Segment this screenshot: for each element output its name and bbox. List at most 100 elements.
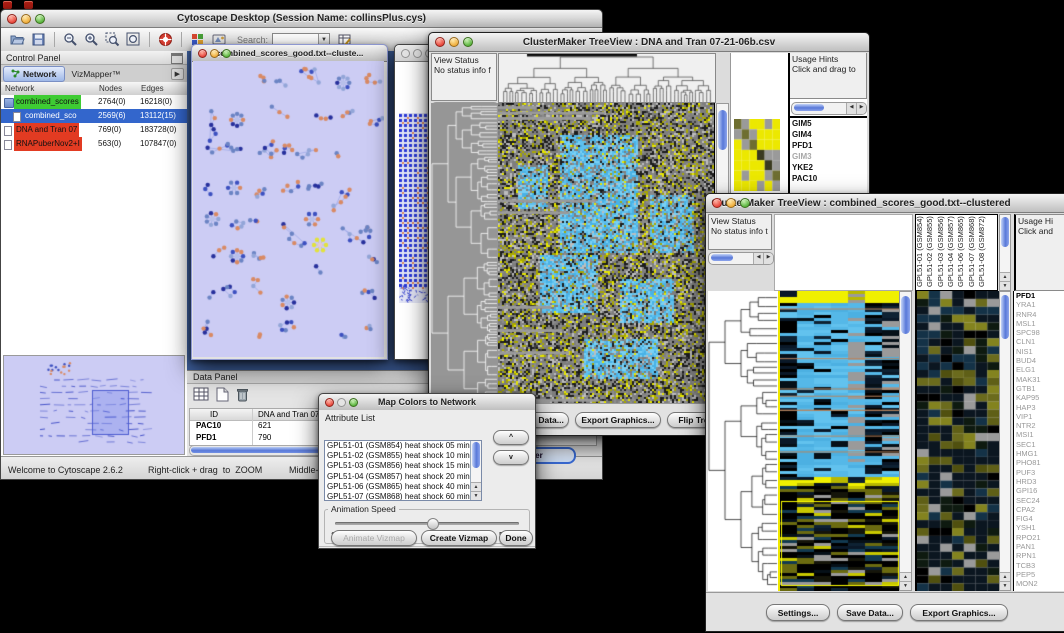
select-attributes-icon[interactable]	[193, 387, 209, 407]
minimize-button[interactable]	[210, 49, 219, 58]
minimize-button[interactable]	[413, 49, 422, 58]
gene-label[interactable]: YSH1	[1016, 523, 1064, 532]
scroll-up-arrow[interactable]: ▲	[1000, 572, 1010, 581]
delete-attribute-trash-icon[interactable]	[236, 387, 249, 407]
col-id[interactable]: ID	[210, 410, 218, 419]
heatmap-global-view[interactable]	[498, 103, 715, 403]
zoom-button[interactable]	[740, 198, 750, 208]
gene-label[interactable]: RPO21	[1016, 533, 1064, 542]
treeview1-titlebar[interactable]: ClusterMaker TreeView : DNA and Tran 07-…	[429, 33, 869, 52]
close-button[interactable]	[435, 37, 445, 47]
minimize-button[interactable]	[449, 37, 459, 47]
scroll-thumb[interactable]	[1001, 217, 1009, 247]
scroll-down-arrow[interactable]: ▼	[1000, 581, 1010, 590]
move-up-button[interactable]: ^	[493, 430, 529, 445]
attribute-list-item[interactable]: GPL51-03 (GSM856) heat shock 15 min	[325, 461, 481, 471]
gene-label[interactable]: GIM5	[790, 118, 867, 129]
minimize-button[interactable]	[726, 198, 736, 208]
scroll-thumb[interactable]	[1001, 295, 1009, 339]
gene-label[interactable]: GIM4	[790, 129, 867, 140]
view-status-hscrollbar[interactable]: ◀ ▶	[708, 252, 774, 265]
close-button[interactable]	[325, 398, 334, 407]
gene-label[interactable]: NIS1	[1016, 347, 1064, 356]
gene-label[interactable]: RNR4	[1016, 310, 1064, 319]
gene-label[interactable]: PAN1	[1016, 542, 1064, 551]
array-column-label[interactable]: GPL51-07 (GSM868)	[967, 216, 976, 287]
heatmap-global-view[interactable]	[778, 291, 900, 591]
network-row[interactable]: combined_scores2764(0)16218(0)	[1, 95, 187, 109]
zoom-heatmap-matrix[interactable]	[734, 119, 780, 191]
scroll-down-arrow[interactable]: ▼	[471, 491, 481, 500]
zoom-vscrollbar[interactable]: ▲ ▼	[999, 291, 1011, 591]
done-button[interactable]: Done	[499, 530, 533, 546]
gene-label[interactable]: RPN1	[1016, 551, 1064, 560]
save-data-button[interactable]: Save Data...	[837, 604, 903, 621]
column-label-vscrollbar[interactable]: ▲ ▼	[999, 214, 1011, 291]
scroll-thumb[interactable]	[901, 296, 910, 334]
create-vizmap-button[interactable]: Create Vizmap	[421, 530, 497, 546]
new-attribute-icon[interactable]	[216, 387, 229, 407]
attribute-list-item[interactable]: GPL51-02 (GSM855) heat shock 10 min	[325, 451, 481, 461]
scroll-down-arrow[interactable]: ▼	[1000, 281, 1010, 290]
network-row[interactable]: DNA and Tran 07769(0)183728(0)	[1, 123, 187, 137]
gene-label[interactable]: ELG1	[1016, 365, 1064, 374]
array-column-label[interactable]: GPL51-02 (GSM855)	[925, 216, 934, 287]
zoom-button[interactable]	[349, 398, 358, 407]
close-button[interactable]	[7, 14, 17, 24]
close-button[interactable]	[198, 49, 207, 58]
gene-label[interactable]: PFD1	[1016, 291, 1064, 300]
scroll-thumb[interactable]	[711, 254, 733, 261]
gene-label[interactable]: MSL1	[1016, 319, 1064, 328]
scroll-thumb[interactable]	[794, 104, 824, 111]
network-grid-canvas[interactable]	[399, 113, 431, 303]
array-column-label[interactable]: GPL51-04 (GSM857)	[946, 216, 955, 287]
array-column-label[interactable]: GPL51-06 (GSM865)	[956, 216, 965, 287]
help-lifesaver-icon[interactable]	[157, 31, 174, 48]
animate-vizmap-button[interactable]: Animate Vizmap	[331, 530, 417, 546]
export-graphics-button[interactable]: Export Graphics...	[575, 412, 661, 428]
scroll-down-arrow[interactable]: ▼	[900, 581, 911, 590]
gene-label[interactable]: YRA1	[1016, 300, 1064, 309]
row-dendrogram[interactable]	[431, 103, 498, 403]
move-down-button[interactable]: v	[493, 450, 529, 465]
array-column-label[interactable]: GPL51-01 (GSM854)	[915, 216, 924, 287]
gene-label[interactable]: FIG4	[1016, 514, 1064, 523]
gene-label[interactable]: YKE2	[790, 162, 867, 173]
network-row[interactable]: combined_sco2569(6)13112(15)	[1, 109, 187, 123]
zoom-button[interactable]	[35, 14, 45, 24]
minimize-button[interactable]	[21, 14, 31, 24]
animation-speed-slider[interactable]	[335, 522, 519, 525]
slider-thumb[interactable]	[427, 518, 439, 530]
heatmap-zoom-view[interactable]	[915, 291, 999, 591]
scroll-right-arrow[interactable]: ▶	[763, 253, 773, 264]
network-overview-minimap[interactable]	[3, 355, 185, 455]
scroll-up-arrow[interactable]: ▲	[1000, 272, 1010, 281]
minimize-button[interactable]	[337, 398, 346, 407]
attribute-list-item[interactable]: GPL51-04 (GSM857) heat shock 20 min	[325, 472, 481, 482]
col-edges[interactable]: Edges	[141, 84, 164, 93]
gene-label[interactable]: HMG1	[1016, 449, 1064, 458]
gene-label[interactable]: GIM3	[790, 151, 867, 162]
scroll-right-arrow[interactable]: ▶	[856, 103, 866, 114]
gene-label[interactable]: TCB3	[1016, 561, 1064, 570]
tab-network[interactable]: Network	[3, 66, 65, 82]
heatmap-vscrollbar[interactable]: ▲ ▼	[899, 291, 912, 591]
network-row[interactable]: RNAPuberNov2+I563(0)107847(0)	[1, 137, 187, 151]
close-button[interactable]	[712, 198, 722, 208]
array-column-label[interactable]: GPL51-03 (GSM856)	[936, 216, 945, 287]
gene-label[interactable]: PUF3	[1016, 468, 1064, 477]
settings-button[interactable]: Settings...	[766, 604, 830, 621]
gene-label[interactable]: MON2	[1016, 579, 1064, 588]
gene-label[interactable]: PFD1	[790, 140, 867, 151]
gene-label[interactable]: SPC98	[1016, 328, 1064, 337]
close-button[interactable]	[401, 49, 410, 58]
column-dendrogram[interactable]	[498, 53, 716, 103]
row-dendrogram[interactable]	[708, 291, 778, 591]
gene-label[interactable]: HAP3	[1016, 403, 1064, 412]
open-file-icon[interactable]	[9, 31, 26, 48]
zoom-selected-region-icon[interactable]	[104, 31, 121, 48]
export-graphics-button[interactable]: Export Graphics...	[910, 604, 1008, 621]
scroll-thumb[interactable]	[472, 442, 480, 468]
network-canvas[interactable]	[193, 61, 384, 357]
scroll-thumb[interactable]	[718, 110, 727, 150]
